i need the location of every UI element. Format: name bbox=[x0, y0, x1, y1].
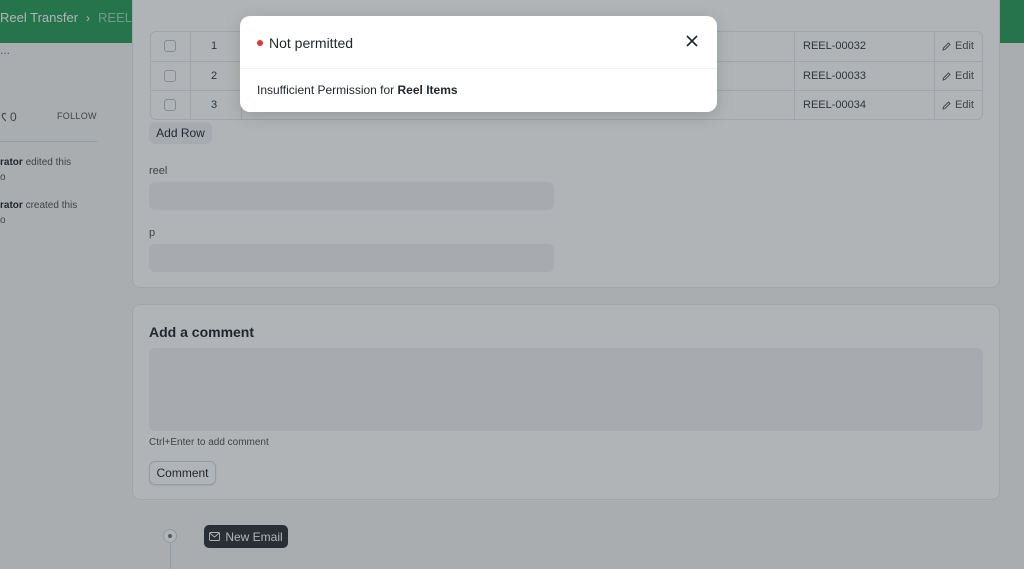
modal-title: Not permitted bbox=[269, 35, 354, 51]
modal-message-text: Insufficient Permission for bbox=[257, 83, 398, 97]
not-permitted-dialog: Not permitted Insufficient Permission fo… bbox=[240, 16, 717, 112]
modal-header: Not permitted bbox=[240, 16, 717, 69]
modal-message-doctype: Reel Items bbox=[397, 83, 458, 97]
error-indicator-icon bbox=[257, 40, 263, 46]
close-icon[interactable] bbox=[683, 32, 701, 50]
modal-message: Insufficient Permission for Reel Items bbox=[257, 83, 458, 97]
